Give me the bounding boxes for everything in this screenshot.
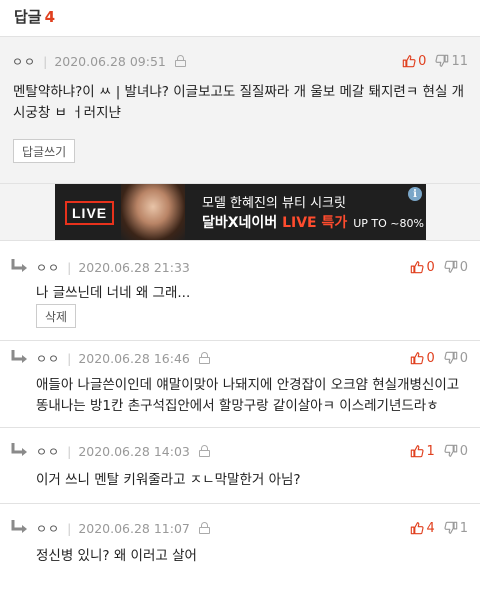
upvote-count: 0 <box>418 53 427 69</box>
ad-info-icon[interactable]: i <box>408 187 422 201</box>
lock-icon <box>198 445 210 457</box>
replies-header: 답글 4 <box>0 0 480 36</box>
upvote-button[interactable]: 4 <box>410 520 435 536</box>
upvote-button[interactable]: 0 <box>402 54 426 69</box>
thumbs-up-icon <box>410 521 424 535</box>
downvote-count: 0 <box>459 350 468 366</box>
lock-icon <box>174 55 186 67</box>
upvote-count: 1 <box>426 443 435 459</box>
comment-text: 정신병 있니? 왜 이러고 살어 <box>36 548 197 564</box>
thumbs-down-icon <box>444 521 458 535</box>
downvote-button[interactable]: 0 <box>444 351 468 366</box>
ad-banner-container: LIVE 모델 한혜진의 뷰티 시크릿 달바X네이버 LIVE 특가 UP TO … <box>0 183 480 241</box>
upvote-button[interactable]: 0 <box>410 259 435 275</box>
comment-nickname[interactable]: ㅇㅇ <box>36 259 60 276</box>
write-reply-button[interactable]: 답글쓰기 <box>13 139 76 163</box>
reply-arrow-icon <box>10 517 30 537</box>
delete-button[interactable]: 삭제 <box>36 304 77 328</box>
vote-group: 1 0 <box>410 441 468 461</box>
vote-group: 0 0 <box>410 257 468 277</box>
vote-group: 4 1 <box>410 518 468 538</box>
comment-date: 2020.06.28 11:07 <box>78 520 190 536</box>
thumbs-down-icon <box>444 444 458 458</box>
comment-item: ㅇㅇ | 2020.06.28 21:33 0 0 나 글쓰닌데 너네 왜 그래… <box>0 240 480 340</box>
comment-text: 애들아 나글쓴이인데 얘말이맞아 나돼지에 안경잡이 오크얌 현실개병신이고 똥… <box>36 377 460 414</box>
comment-date: 2020.06.28 09:51 <box>54 53 166 69</box>
comment-nickname[interactable]: ㅇㅇ <box>36 350 60 367</box>
comment-meta: ㅇㅇ | 2020.06.28 14:03 <box>36 441 210 461</box>
upvote-count: 0 <box>426 350 435 366</box>
comment-text: 나 글쓰닌데 너네 왜 그래... <box>36 285 191 301</box>
comment-date: 2020.06.28 14:03 <box>78 443 190 459</box>
comment-nickname[interactable]: ㅇㅇ <box>36 520 60 537</box>
downvote-count: 0 <box>459 443 468 459</box>
upvote-button[interactable]: 1 <box>410 443 435 459</box>
downvote-button[interactable]: 0 <box>444 444 468 459</box>
meta-divider: | <box>67 443 72 459</box>
thumbs-up-icon <box>410 444 424 458</box>
meta-divider: | <box>43 53 48 69</box>
downvote-button[interactable]: 1 <box>444 521 468 536</box>
comment-item: ㅇㅇ | 2020.06.28 09:51 0 11 멘탈약하냐?이 ㅆ | 발… <box>0 36 480 183</box>
thumbs-up-icon <box>402 54 416 68</box>
ad-discount: UP TO ~80% <box>353 217 424 230</box>
thumbs-down-icon <box>444 351 458 365</box>
thumbs-down-icon <box>444 260 458 274</box>
comment-item: ㅇㅇ | 2020.06.28 14:03 1 0 이거 쓰니 멘탈 키워줄라고… <box>0 427 480 503</box>
downvote-count: 0 <box>459 259 468 275</box>
upvote-count: 0 <box>426 259 435 275</box>
reply-arrow-icon <box>10 347 30 367</box>
replies-count: 4 <box>44 8 56 26</box>
thumbs-up-icon <box>410 260 424 274</box>
ad-headline: 모델 한혜진의 뷰티 시크릿 <box>202 196 346 211</box>
replies-title: 답글 <box>14 8 42 26</box>
ad-banner[interactable]: LIVE 모델 한혜진의 뷰티 시크릿 달바X네이버 LIVE 특가 UP TO … <box>55 184 426 241</box>
vote-group: 0 0 <box>410 348 468 368</box>
downvote-button[interactable]: 0 <box>444 260 468 275</box>
downvote-count: 11 <box>451 53 468 69</box>
reply-arrow-icon <box>10 256 30 276</box>
downvote-button[interactable]: 11 <box>435 54 468 69</box>
comment-item: ㅇㅇ | 2020.06.28 11:07 4 1 정신병 있니? 왜 이러고 … <box>0 503 480 605</box>
downvote-count: 1 <box>459 520 468 536</box>
comment-meta: ㅇㅇ | 2020.06.28 11:07 <box>36 518 210 538</box>
comment-text: 이거 쓰니 멘탈 키워줄라고 ㅈㄴ막말한거 아님? <box>36 472 301 488</box>
ad-live-sale: LIVE 특가 <box>282 215 348 231</box>
thumbs-down-icon <box>435 54 449 68</box>
meta-divider: | <box>67 259 72 275</box>
comment-meta: ㅇㅇ | 2020.06.28 16:46 <box>36 348 210 368</box>
comment-item: ㅇㅇ | 2020.06.28 16:46 0 0 애들아 나글쓴이인데 얘말이… <box>0 340 480 427</box>
comment-meta: ㅇㅇ | 2020.06.28 21:33 <box>36 257 190 277</box>
comment-date: 2020.06.28 16:46 <box>78 350 190 366</box>
lock-icon <box>198 522 210 534</box>
comment-date: 2020.06.28 21:33 <box>78 259 190 275</box>
upvote-count: 4 <box>426 520 435 536</box>
lock-icon <box>198 352 210 364</box>
meta-divider: | <box>67 520 72 536</box>
upvote-button[interactable]: 0 <box>410 350 435 366</box>
comment-nickname[interactable]: ㅇㅇ <box>12 53 36 70</box>
comment-text: 멘탈약하냐?이 ㅆ | 발녀냐? 이글보고도 질질짜라 개 울보 메갈 퇘지련ㅋ… <box>13 84 465 121</box>
ad-brand: 달바X네이버 <box>202 215 283 231</box>
meta-divider: | <box>67 350 72 366</box>
reply-arrow-icon <box>10 440 30 460</box>
ad-live-badge: LIVE <box>65 201 115 225</box>
vote-group: 0 11 <box>402 51 468 71</box>
thumbs-up-icon <box>410 351 424 365</box>
comment-meta: ㅇㅇ | 2020.06.28 09:51 <box>12 51 186 71</box>
ad-subline: 달바X네이버 LIVE 특가 UP TO ~80% <box>202 212 424 232</box>
comment-nickname[interactable]: ㅇㅇ <box>36 443 60 460</box>
ad-model-image <box>121 184 185 241</box>
